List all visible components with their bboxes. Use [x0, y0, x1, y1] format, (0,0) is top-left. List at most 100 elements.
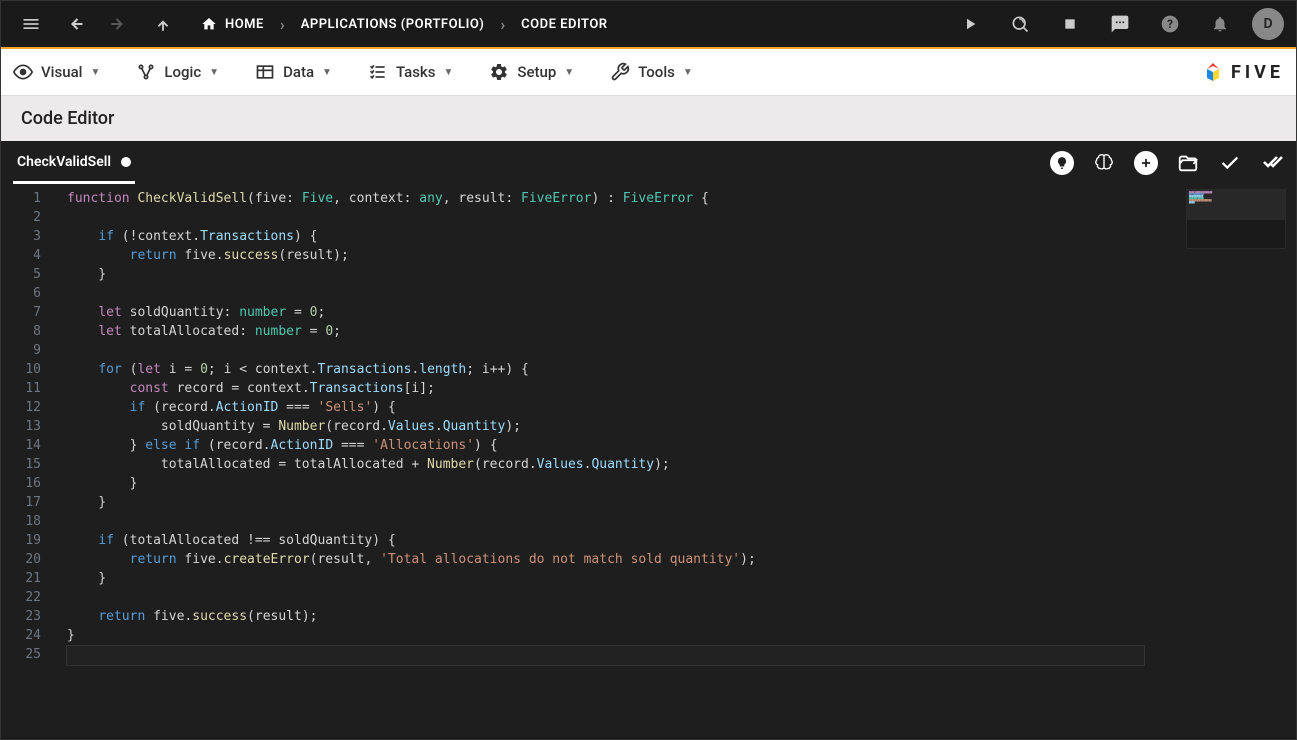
- caret-down-icon: ▼: [90, 67, 100, 78]
- minimap-viewport[interactable]: [1187, 190, 1285, 220]
- nav-back-icon[interactable]: [57, 6, 93, 42]
- code-line[interactable]: [66, 645, 1145, 666]
- editor-tab[interactable]: CheckValidSell: [13, 143, 135, 184]
- breadcrumb: HOME › APPLICATIONS (PORTFOLIO) › CODE E…: [201, 15, 608, 34]
- chat-icon[interactable]: [1102, 6, 1138, 42]
- line-number: 9: [1, 341, 41, 360]
- logic-icon: [136, 62, 156, 82]
- code-line[interactable]: if (totalAllocated !== soldQuantity) {: [67, 531, 1296, 550]
- line-number: 1: [1, 189, 41, 208]
- check-icon[interactable]: [1218, 151, 1242, 175]
- editor-body: 1234567891011121314151617181920212223242…: [1, 185, 1296, 737]
- code-line[interactable]: }: [67, 626, 1296, 645]
- line-number: 14: [1, 436, 41, 455]
- code-line[interactable]: return five.success(result);: [67, 607, 1296, 626]
- code-line[interactable]: if (record.ActionID === 'Sells') {: [67, 398, 1296, 417]
- code-line[interactable]: if (!context.Transactions) {: [67, 227, 1296, 246]
- line-number: 4: [1, 246, 41, 265]
- add-icon[interactable]: [1134, 151, 1158, 175]
- chevron-right-icon: ›: [500, 15, 505, 34]
- line-gutter: 1234567891011121314151617181920212223242…: [1, 185, 51, 737]
- breadcrumb-applications[interactable]: APPLICATIONS (PORTFOLIO): [301, 17, 485, 32]
- search-zoom-icon[interactable]: [1002, 6, 1038, 42]
- menu-setup[interactable]: Setup▼: [489, 62, 574, 82]
- line-number: 11: [1, 379, 41, 398]
- logo-text: FIVE: [1231, 62, 1284, 83]
- home-icon: [201, 16, 217, 32]
- menu-visual-label: Visual: [41, 63, 82, 81]
- gear-icon: [489, 62, 509, 82]
- tools-icon: [610, 62, 630, 82]
- data-table-icon: [255, 62, 275, 82]
- page-title: Code Editor: [21, 108, 114, 129]
- caret-down-icon: ▼: [209, 67, 219, 78]
- code-line[interactable]: [67, 512, 1296, 531]
- tasks-icon: [368, 62, 388, 82]
- line-number: 23: [1, 607, 41, 626]
- menu-visual[interactable]: Visual ▼: [13, 62, 100, 82]
- line-number: 19: [1, 531, 41, 550]
- code-line[interactable]: return five.createError(result, 'Total a…: [67, 550, 1296, 569]
- code-line[interactable]: return five.success(result);: [67, 246, 1296, 265]
- check-all-icon[interactable]: [1260, 151, 1284, 175]
- code-line[interactable]: [67, 284, 1296, 303]
- editor-actions: ➜: [1050, 151, 1284, 175]
- code-line[interactable]: [67, 341, 1296, 360]
- menu-logic-label: Logic: [164, 63, 201, 81]
- code-line[interactable]: [67, 208, 1296, 227]
- chevron-right-icon: ›: [280, 15, 285, 34]
- minimap[interactable]: ████ ████████████ ██ ████████ ██████████…: [1186, 189, 1286, 249]
- code-line[interactable]: const record = context.Transactions[i];: [67, 379, 1296, 398]
- line-number: 6: [1, 284, 41, 303]
- stop-icon[interactable]: [1052, 6, 1088, 42]
- code-area[interactable]: function CheckValidSell(five: Five, cont…: [51, 185, 1296, 737]
- eye-icon: [13, 62, 33, 82]
- nav-forward-icon: [101, 6, 137, 42]
- play-icon[interactable]: [952, 6, 988, 42]
- code-line[interactable]: } else if (record.ActionID === 'Allocati…: [67, 436, 1296, 455]
- avatar[interactable]: D: [1252, 8, 1284, 40]
- line-number: 5: [1, 265, 41, 284]
- caret-down-icon: ▼: [322, 67, 332, 78]
- code-line[interactable]: soldQuantity = Number(record.Values.Quan…: [67, 417, 1296, 436]
- code-line[interactable]: let soldQuantity: number = 0;: [67, 303, 1296, 322]
- menu-data[interactable]: Data▼: [255, 62, 332, 82]
- line-number: 10: [1, 360, 41, 379]
- menu-tasks[interactable]: Tasks▼: [368, 62, 453, 82]
- breadcrumb-editor[interactable]: CODE EDITOR: [521, 17, 607, 32]
- code-line[interactable]: let totalAllocated: number = 0;: [67, 322, 1296, 341]
- top-right: ? D: [952, 6, 1284, 42]
- logo: FIVE: [1201, 60, 1284, 84]
- line-number: 8: [1, 322, 41, 341]
- editor-header: CheckValidSell ➜: [1, 141, 1296, 185]
- line-number: 18: [1, 512, 41, 531]
- code-line[interactable]: [67, 588, 1296, 607]
- code-line[interactable]: totalAllocated = totalAllocated + Number…: [67, 455, 1296, 474]
- breadcrumb-applications-label: APPLICATIONS (PORTFOLIO): [301, 17, 485, 32]
- hint-icon[interactable]: [1050, 151, 1074, 175]
- code-line[interactable]: for (let i = 0; i < context.Transactions…: [67, 360, 1296, 379]
- code-line[interactable]: function CheckValidSell(five: Five, cont…: [67, 189, 1296, 208]
- code-line[interactable]: }: [67, 474, 1296, 493]
- nav-up-icon[interactable]: [145, 6, 181, 42]
- code-line[interactable]: }: [67, 265, 1296, 284]
- line-number: 15: [1, 455, 41, 474]
- line-number: 25: [1, 645, 41, 664]
- breadcrumb-home[interactable]: HOME: [201, 16, 264, 32]
- menu-tasks-label: Tasks: [396, 63, 436, 81]
- bell-icon[interactable]: [1202, 6, 1238, 42]
- help-icon[interactable]: ?: [1152, 6, 1188, 42]
- menu-bar: Visual▼ Logic▼ Data▼ Tasks▼ Setup▼ Tools…: [1, 49, 1296, 95]
- code-line[interactable]: }: [67, 493, 1296, 512]
- brain-icon[interactable]: [1092, 151, 1116, 175]
- dirty-indicator-icon: [121, 157, 131, 167]
- folder-open-icon[interactable]: [1176, 151, 1200, 175]
- breadcrumb-editor-label: CODE EDITOR: [521, 17, 607, 32]
- top-bar: HOME › APPLICATIONS (PORTFOLIO) › CODE E…: [1, 1, 1296, 49]
- line-number: 3: [1, 227, 41, 246]
- menu-logic[interactable]: Logic ▼: [136, 62, 219, 82]
- code-line[interactable]: }: [67, 569, 1296, 588]
- top-left: HOME › APPLICATIONS (PORTFOLIO) › CODE E…: [13, 6, 608, 42]
- menu-tools[interactable]: Tools▼: [610, 62, 693, 82]
- menu-hamburger-icon[interactable]: [13, 6, 49, 42]
